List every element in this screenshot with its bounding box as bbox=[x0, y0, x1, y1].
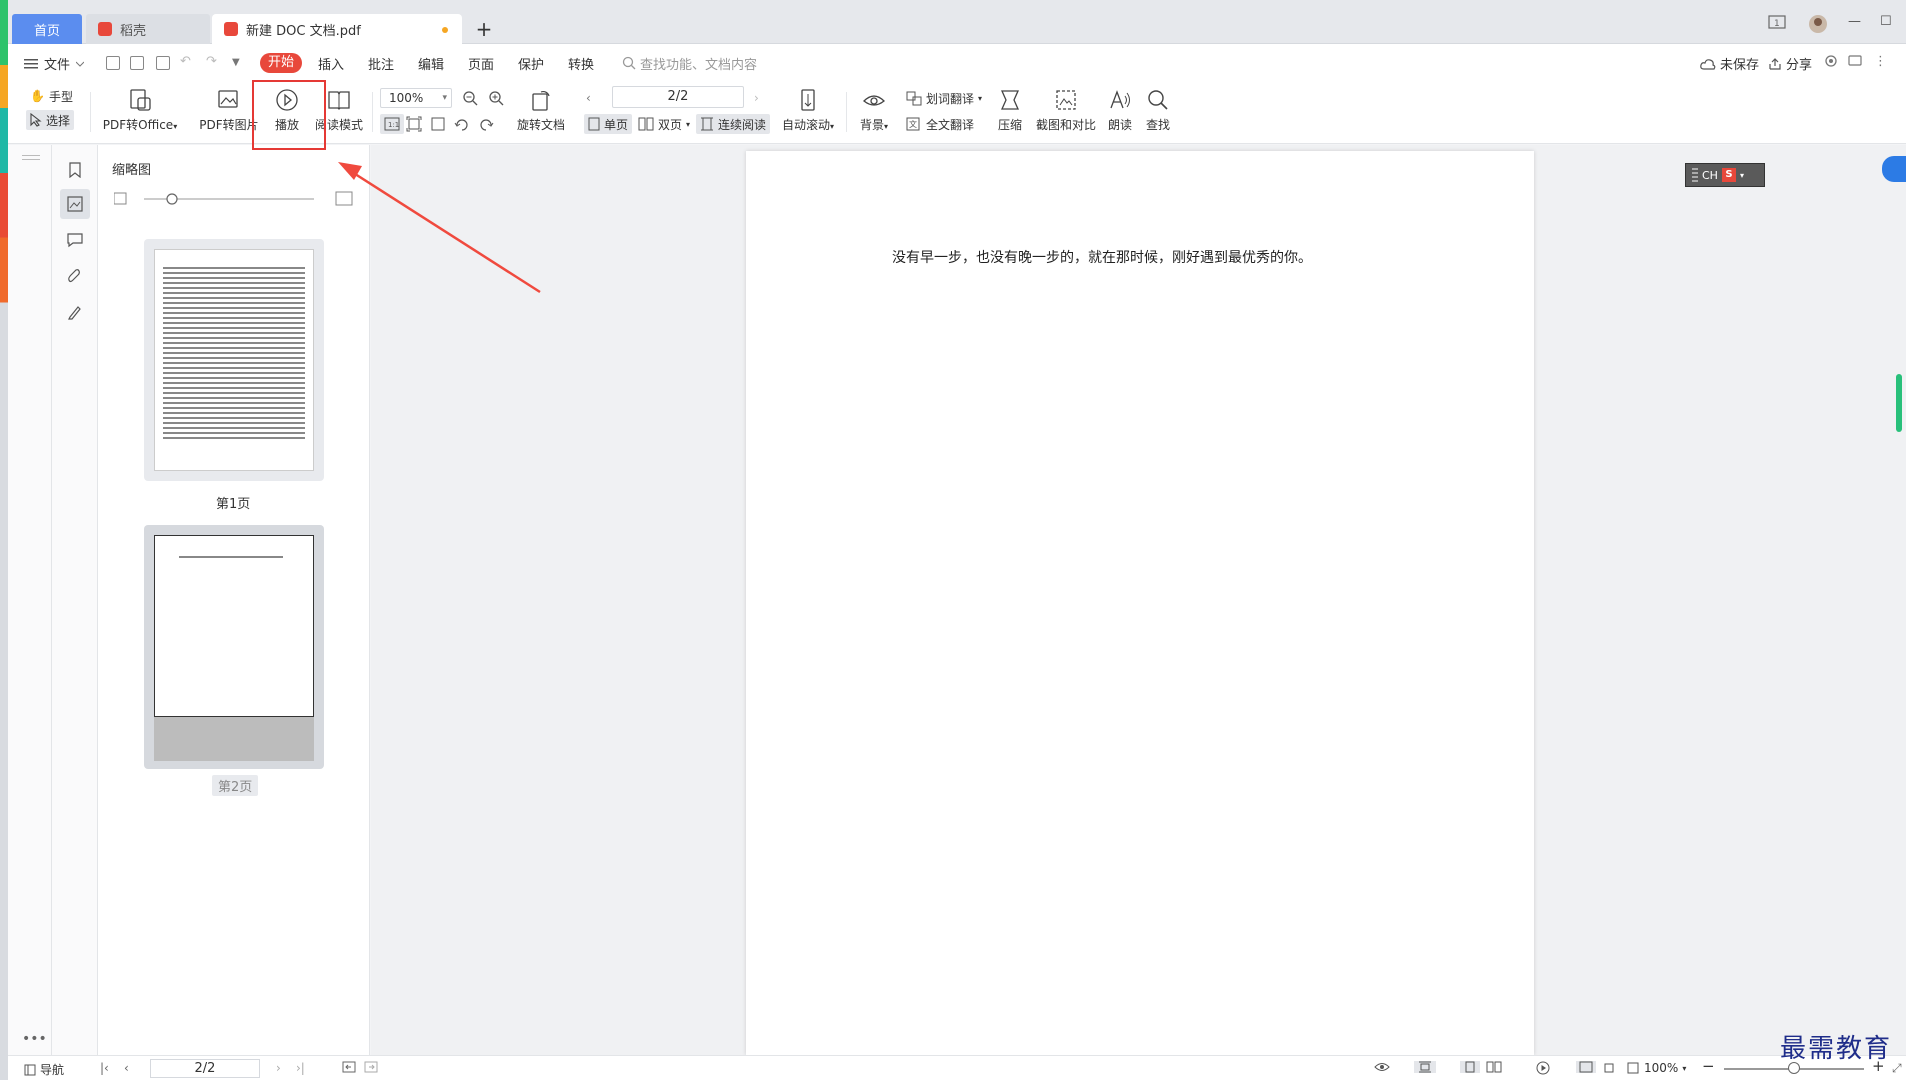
watermark-logo: 最需教育 bbox=[1780, 1034, 1893, 1064]
annotation-arrow bbox=[338, 162, 541, 294]
